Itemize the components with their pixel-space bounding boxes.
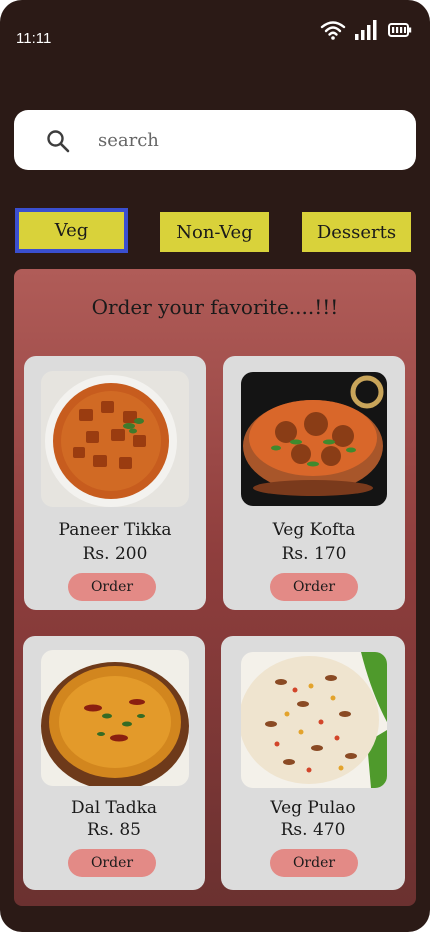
item-name: Dal Tadka — [70, 798, 158, 818]
food-card-dal-tadka[interactable]: Dal Tadka Rs. 85 Order — [23, 636, 205, 890]
item-price: Rs. 170 — [281, 544, 347, 564]
search-input[interactable] — [98, 125, 388, 155]
item-price: Rs. 200 — [82, 544, 148, 564]
dal-tadka-image — [41, 650, 189, 786]
signal-icon — [355, 20, 377, 40]
order-button[interactable]: Order — [68, 573, 156, 601]
food-card-paneer-tikka[interactable]: Paneer Tikka Rs. 200 Order — [24, 356, 206, 610]
item-name: Veg Kofta — [272, 520, 356, 540]
tab-veg[interactable]: Veg — [15, 208, 128, 253]
tab-desserts[interactable]: Desserts — [302, 212, 411, 252]
item-price: Rs. 470 — [280, 820, 346, 840]
food-card-veg-pulao[interactable]: Veg Pulao Rs. 470 Order — [221, 636, 405, 890]
paneer-tikka-image — [41, 371, 189, 507]
search-icon[interactable] — [46, 129, 70, 153]
battery-icon — [388, 23, 412, 37]
tab-non-veg[interactable]: Non-Veg — [160, 212, 269, 252]
item-price: Rs. 85 — [87, 820, 141, 840]
search-bar[interactable] — [14, 110, 416, 170]
veg-pulao-image — [241, 652, 387, 788]
veg-kofta-image — [241, 372, 387, 506]
order-button[interactable]: Order — [270, 573, 358, 601]
order-button[interactable]: Order — [270, 849, 358, 877]
wifi-icon — [320, 21, 346, 40]
item-name: Paneer Tikka — [58, 520, 172, 540]
item-name: Veg Pulao — [270, 798, 356, 818]
status-icons — [320, 20, 412, 40]
food-card-veg-kofta[interactable]: Veg Kofta Rs. 170 Order — [223, 356, 405, 610]
panel-title: Order your favorite....!!! — [91, 295, 339, 319]
status-time: 11:11 — [16, 30, 52, 47]
phone-screen: 11:11 Veg Non-Veg — [0, 0, 430, 932]
menu-panel: Order your favorite....!!! Paneer Tikka … — [14, 269, 416, 906]
order-button[interactable]: Order — [68, 849, 156, 877]
